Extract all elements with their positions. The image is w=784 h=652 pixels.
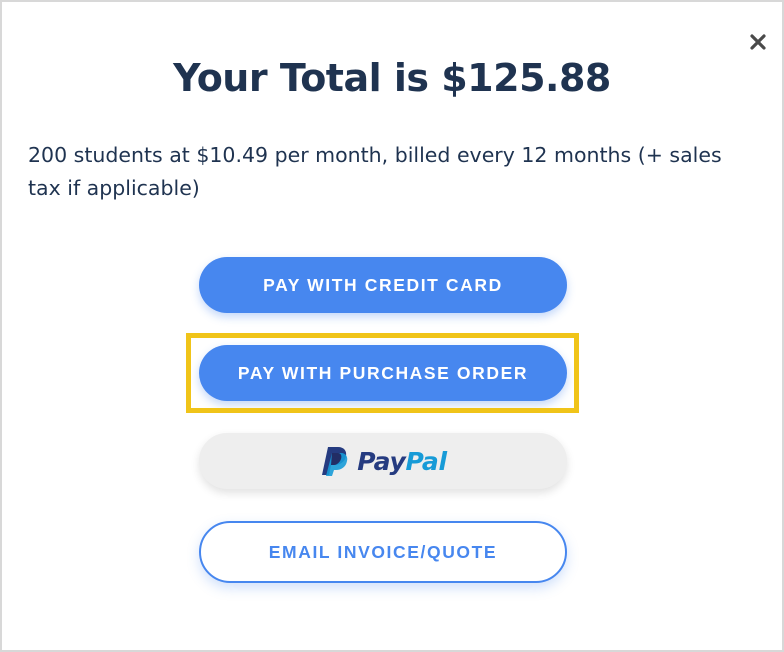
paypal-logo: PayPal (319, 445, 447, 477)
email-invoice-quote-button[interactable]: EMAIL INVOICE/QUOTE (199, 521, 567, 583)
close-icon (750, 34, 766, 50)
paypal-button[interactable]: PayPal (199, 433, 567, 489)
billing-description: 200 students at $10.49 per month, billed… (28, 143, 722, 200)
pay-with-credit-card-label: PAY WITH CREDIT CARD (263, 274, 503, 295)
payment-modal: Your Total is $125.88 200 students at $1… (0, 0, 784, 652)
email-invoice-quote-label: EMAIL INVOICE/QUOTE (268, 541, 498, 562)
close-button[interactable] (746, 30, 770, 54)
paypal-logo-icon (322, 447, 348, 476)
pay-with-purchase-order-button[interactable]: PAY WITH PURCHASE ORDER (199, 345, 567, 401)
total-title: Your Total is $125.88 (173, 56, 611, 100)
paypal-wordmark: PayPal (357, 447, 447, 476)
paypal-word-pal: Pal (405, 446, 447, 476)
paypal-word-pay: Pay (357, 446, 406, 476)
pay-with-credit-card-button[interactable]: PAY WITH CREDIT CARD (199, 257, 567, 313)
pay-with-purchase-order-label: PAY WITH PURCHASE ORDER (237, 362, 529, 383)
